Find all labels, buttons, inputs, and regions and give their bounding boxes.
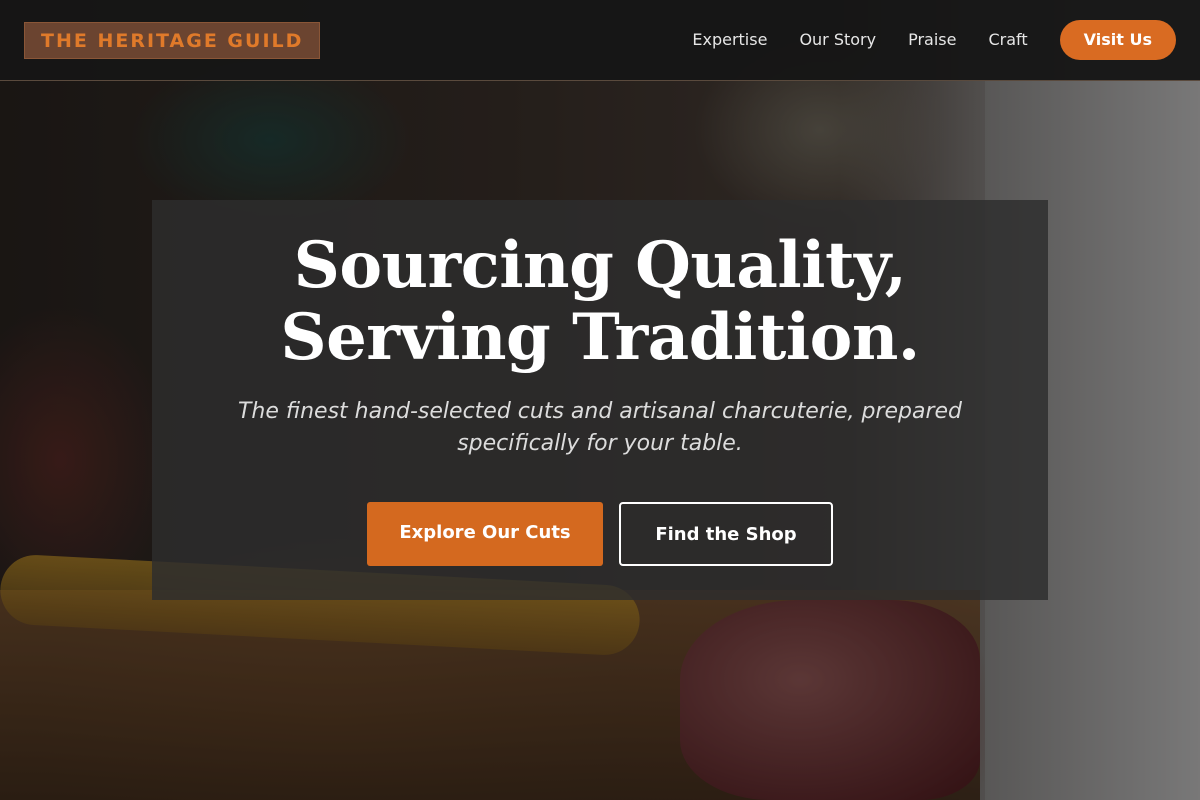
hero-card: Sourcing Quality, Serving Tradition. The… (152, 200, 1048, 600)
explore-cuts-button[interactable]: Explore Our Cuts (367, 502, 603, 566)
visit-us-button[interactable]: Visit Us (1059, 20, 1176, 60)
find-shop-button[interactable]: Find the Shop (619, 502, 833, 566)
main-nav: Expertise Our Story Praise Craft Visit U… (692, 20, 1176, 60)
nav-link-craft[interactable]: Craft (988, 30, 1027, 50)
nav-link-our-story[interactable]: Our Story (799, 30, 876, 50)
site-header: THE HERITAGE GUILD Expertise Our Story P… (0, 0, 1200, 81)
nav-link-expertise[interactable]: Expertise (692, 30, 767, 50)
hero-title-line-1: Sourcing Quality, (293, 228, 907, 303)
brand-logo[interactable]: THE HERITAGE GUILD (24, 21, 321, 59)
nav-link-praise[interactable]: Praise (908, 30, 956, 50)
landing-page: THE HERITAGE GUILD Expertise Our Story P… (0, 0, 1200, 800)
hero-actions: Explore Our Cuts Find the Shop (152, 502, 1048, 566)
hero-subtitle: The finest hand-selected cuts and artisa… (237, 399, 963, 456)
hero-title-line-2: Serving Tradition. (280, 300, 920, 375)
hero-title: Sourcing Quality, Serving Tradition. (152, 230, 1048, 374)
